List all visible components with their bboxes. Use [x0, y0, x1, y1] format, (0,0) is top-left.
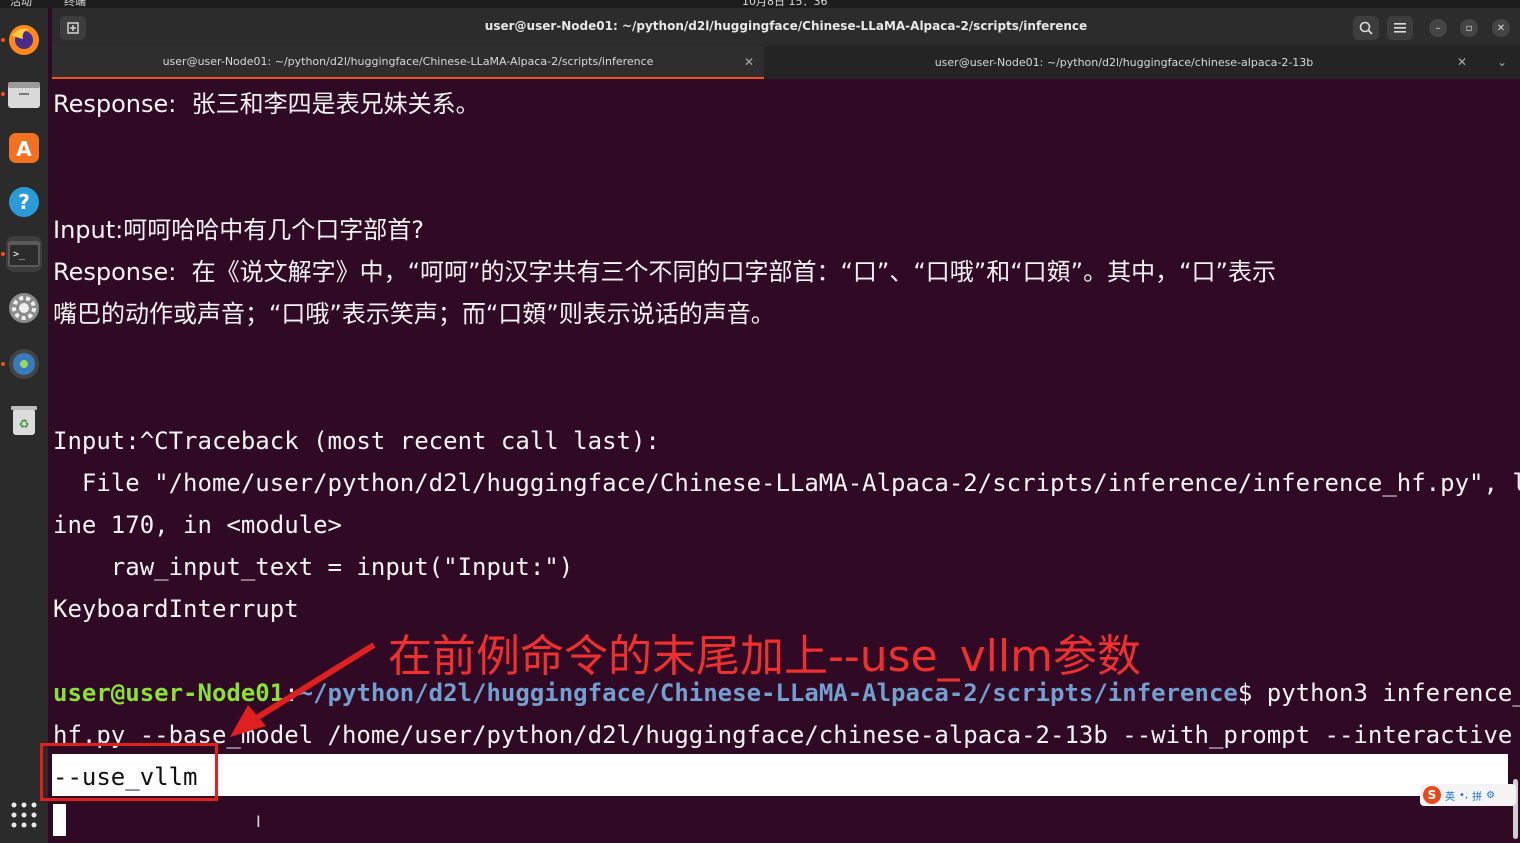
- punctuation-icon[interactable]: •,: [1459, 790, 1468, 801]
- annotation-arrow: [230, 642, 376, 737]
- ime-mode[interactable]: 拼: [1472, 788, 1482, 803]
- ime-lang[interactable]: 英: [1445, 788, 1455, 803]
- annotation-text: 在前例命令的末尾加上--use_vllm参数: [388, 631, 1141, 682]
- gear-icon[interactable]: ⚙: [1486, 790, 1495, 801]
- ime-toolbar[interactable]: S 英 •, 拼 ⚙: [1420, 784, 1516, 806]
- sogou-logo-icon: S: [1423, 786, 1441, 804]
- annotation-highlight-box: [40, 743, 218, 801]
